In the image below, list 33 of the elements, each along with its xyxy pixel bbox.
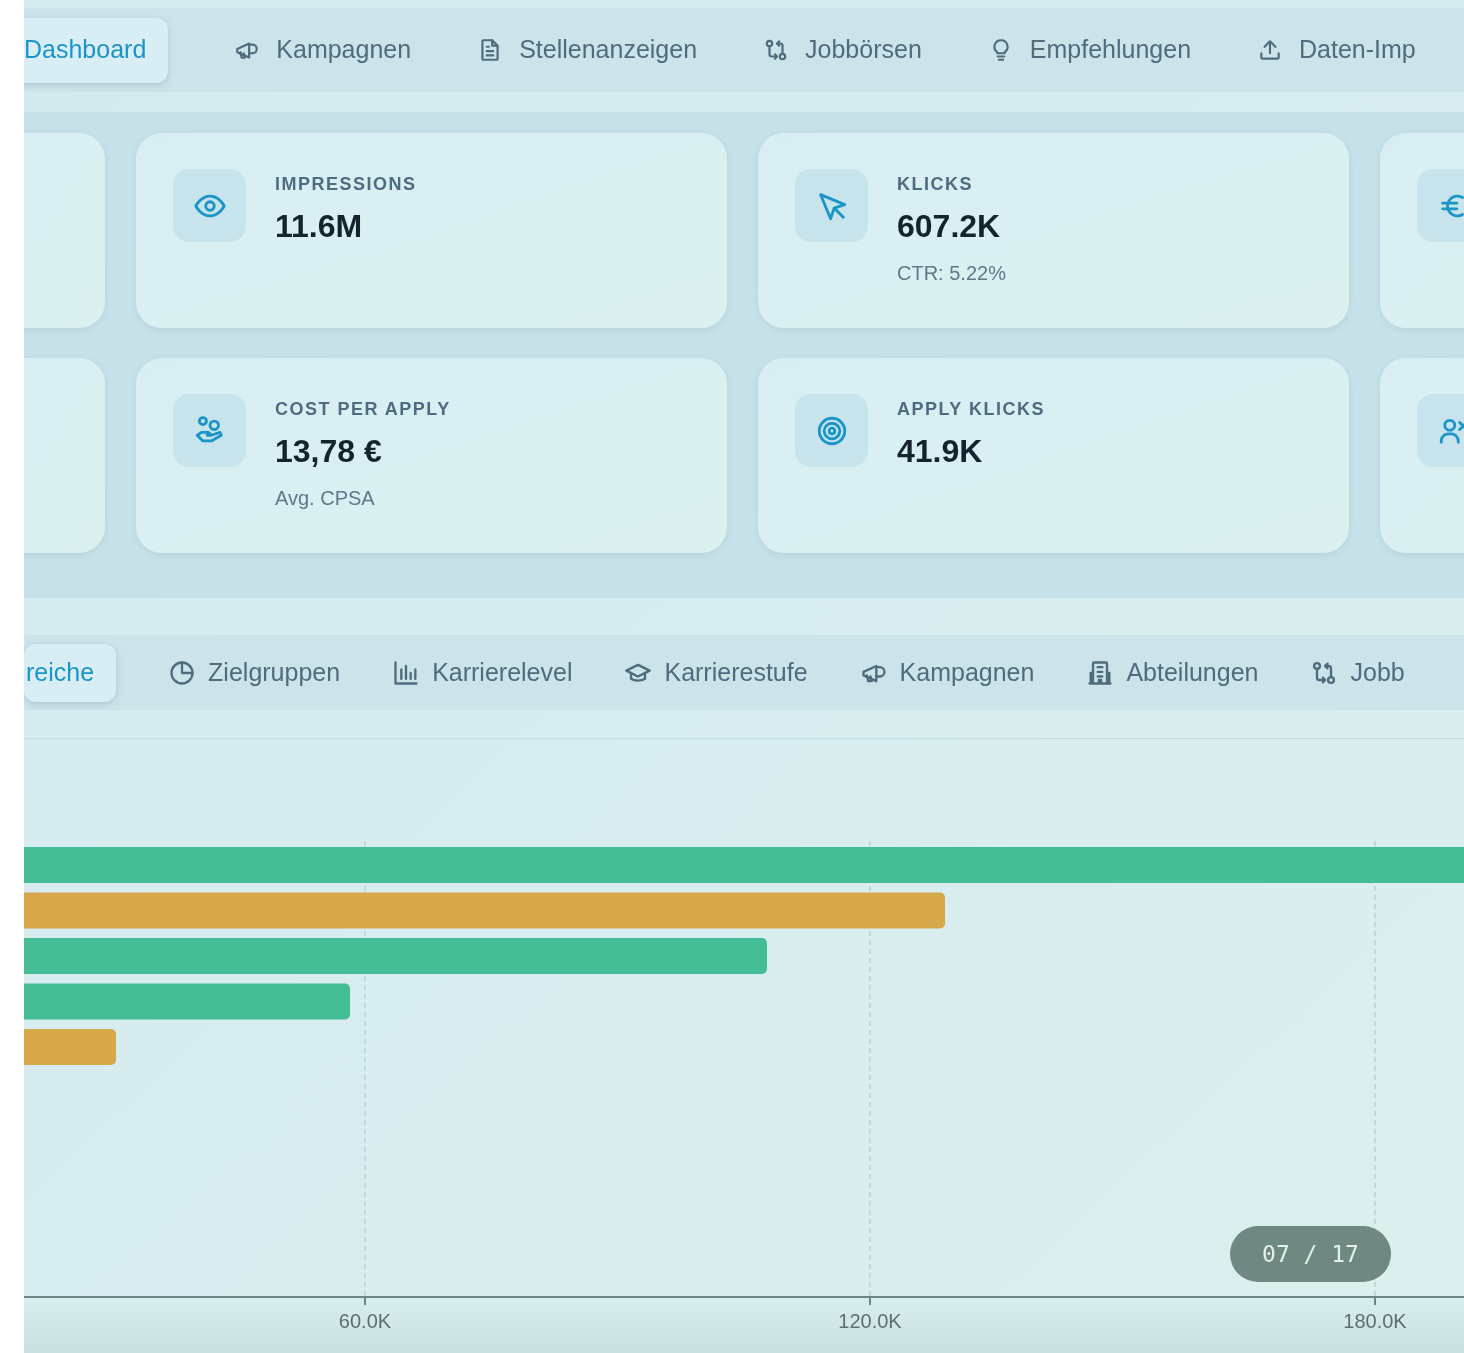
chart-tab[interactable]: Zielgruppen xyxy=(168,643,341,702)
kpi-value: 13,78 € xyxy=(275,432,383,471)
bar-chart-icon xyxy=(392,658,421,687)
tick-mark xyxy=(1374,1296,1376,1306)
kpi-note: Avg. CPSA xyxy=(275,486,376,511)
kpi-label: IMPRESSIONS xyxy=(275,173,417,196)
tick-label: 60.0K xyxy=(338,1309,392,1334)
tick-mark xyxy=(364,1296,366,1306)
chart-tab[interactable]: reiche xyxy=(24,643,117,702)
nav-tab[interactable]: Daten-Imp xyxy=(1257,17,1416,83)
nav-tab[interactable]: Dashboard xyxy=(24,17,169,83)
chart-tab[interactable]: Kampagnen xyxy=(859,643,1035,702)
kpi-label: KLICKS xyxy=(897,173,974,196)
chart-tab[interactable]: Karrierestufe xyxy=(624,643,808,702)
tick-label: 120.0K xyxy=(838,1309,902,1334)
kpi-note: CTR: 5.22% xyxy=(897,261,1006,286)
nav-tab[interactable]: Jobbörsen xyxy=(763,17,922,83)
nav-tab[interactable]: Kampagnen xyxy=(234,17,412,83)
kpi-label: COST PER APPLY xyxy=(275,398,451,421)
kpi-value: 11.6M xyxy=(275,207,364,246)
building-icon xyxy=(1086,658,1115,687)
nav-tab[interactable]: Stellenanzeigen xyxy=(477,17,698,83)
chart-tab[interactable]: Jobb xyxy=(1310,643,1405,702)
tick-label: 180.0K xyxy=(1343,1309,1407,1334)
page-counter: 07 / 17 xyxy=(1230,1226,1391,1282)
chart-tab[interactable]: Abteilungen xyxy=(1086,643,1259,702)
kpi-value: 41.9K xyxy=(897,432,984,471)
tick-mark xyxy=(869,1296,871,1306)
kpi-label: APPLY KLICKS xyxy=(897,398,1046,421)
kpi-value: 607.2K xyxy=(897,207,1002,246)
pie-chart-icon xyxy=(168,658,197,687)
chart-tab[interactable]: Karrierelevel xyxy=(392,643,573,702)
nav-tab[interactable]: Empfehlungen xyxy=(987,17,1192,83)
